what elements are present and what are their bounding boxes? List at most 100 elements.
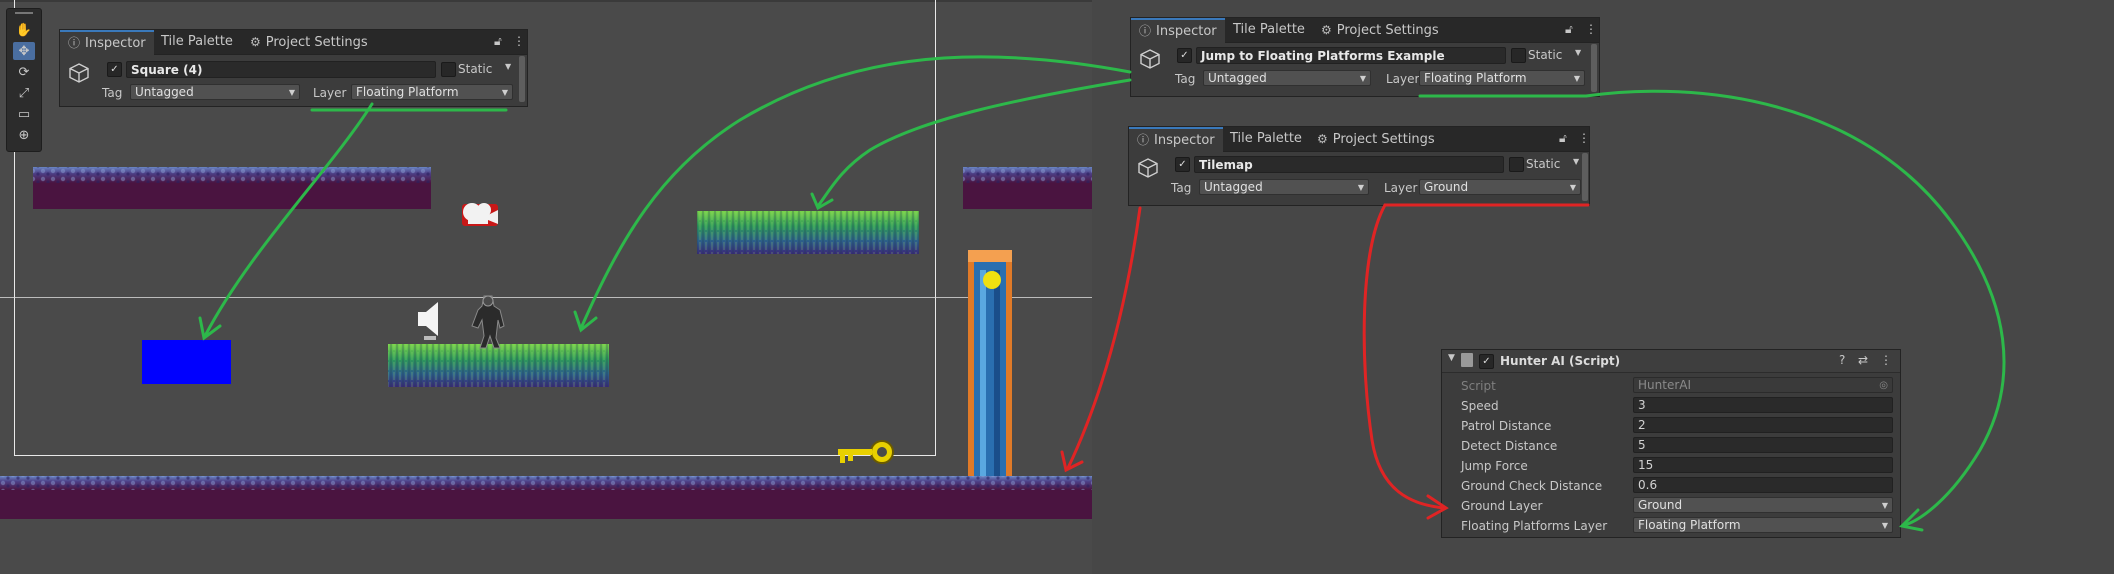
- active-checkbox[interactable]: ✓: [107, 62, 122, 77]
- layer-dropdown[interactable]: Floating Platform ▼: [1419, 70, 1585, 86]
- object-name-field[interactable]: Square (4): [126, 61, 436, 78]
- static-checkbox[interactable]: [441, 62, 456, 77]
- ground-layer-dropdown[interactable]: Ground ▼: [1633, 497, 1893, 513]
- foldout-arrow-icon[interactable]: ▼: [1448, 353, 1455, 363]
- static-dropdown-arrow[interactable]: ▼: [505, 62, 511, 71]
- layer-value: Ground: [1424, 180, 1469, 194]
- chevron-down-icon: ▼: [1569, 183, 1576, 192]
- speed-field[interactable]: 3: [1633, 397, 1893, 413]
- kebab-menu-icon[interactable]: ⋮: [513, 34, 525, 48]
- ground-layer-value: Ground: [1638, 498, 1683, 512]
- chevron-down-icon: ▼: [1359, 74, 1366, 83]
- tab-label: Inspector: [85, 36, 146, 51]
- static-label: Static: [1528, 48, 1563, 62]
- tab-tile-palette[interactable]: Tile Palette: [1225, 18, 1313, 42]
- layer-label: Layer: [1386, 72, 1420, 86]
- static-dropdown-arrow[interactable]: ▼: [1575, 48, 1581, 57]
- layer-value: Floating Platform: [1424, 71, 1527, 85]
- lock-icon[interactable]: 🔓︎: [494, 34, 502, 49]
- ground-check-distance-field[interactable]: 0.6: [1633, 477, 1893, 493]
- info-icon: ⓘ: [1139, 24, 1152, 38]
- presets-icon[interactable]: ⇄: [1858, 353, 1868, 367]
- patrol-distance-label: Patrol Distance: [1461, 419, 1552, 433]
- script-field[interactable]: HunterAI ◎: [1633, 377, 1893, 393]
- panel-scrollbar[interactable]: [1591, 44, 1597, 92]
- layer-value: Floating Platform: [356, 85, 459, 99]
- kebab-menu-icon[interactable]: ⋮: [1585, 22, 1597, 36]
- tag-value: Untagged: [1204, 180, 1263, 194]
- object-name-field[interactable]: Tilemap: [1194, 156, 1504, 173]
- tab-label: Tile Palette: [161, 34, 233, 49]
- rect-tool-icon[interactable]: ▭: [13, 105, 35, 123]
- tag-dropdown[interactable]: Untagged ▼: [1203, 70, 1371, 86]
- tag-label: Tag: [1175, 72, 1196, 86]
- tag-dropdown[interactable]: Untagged ▼: [130, 84, 300, 100]
- tab-label: Project Settings: [265, 35, 368, 50]
- floating-platforms-layer-dropdown[interactable]: Floating Platform ▼: [1633, 517, 1893, 533]
- green-arrowhead-floating-layer: [1898, 508, 1924, 532]
- static-label: Static: [1526, 157, 1561, 171]
- tile-platform-top-left: [33, 167, 431, 209]
- tab-project-settings[interactable]: ⚙ Project Settings: [1309, 127, 1443, 151]
- active-checkbox[interactable]: ✓: [1177, 48, 1192, 63]
- tab-label: Project Settings: [1332, 132, 1435, 147]
- inspector-tab-bar: ⓘ Inspector Tile Palette ⚙ Project Setting…: [60, 30, 527, 55]
- audio-gizmo: [418, 302, 438, 340]
- static-checkbox[interactable]: [1509, 157, 1524, 172]
- info-icon: ⓘ: [1137, 133, 1150, 147]
- tab-project-settings[interactable]: ⚙ Project Settings: [1313, 18, 1447, 42]
- detect-distance-field[interactable]: 5: [1633, 437, 1893, 453]
- tab-tile-palette[interactable]: Tile Palette: [1222, 127, 1310, 151]
- tag-dropdown[interactable]: Untagged ▼: [1199, 179, 1369, 195]
- tab-inspector[interactable]: ⓘ Inspector: [60, 30, 154, 55]
- tab-label: Project Settings: [1336, 23, 1439, 38]
- panel-scrollbar[interactable]: [1582, 153, 1588, 201]
- inspector-tab-bar: ⓘ Inspector Tile Palette ⚙ Project Setting…: [1131, 18, 1599, 43]
- static-label: Static: [458, 62, 493, 76]
- toolbar-grip[interactable]: [15, 12, 33, 14]
- static-checkbox[interactable]: [1511, 48, 1526, 63]
- camera-gizmo: [462, 203, 498, 226]
- chevron-down-icon: ▼: [1881, 521, 1888, 530]
- help-icon[interactable]: ?: [1839, 353, 1845, 367]
- rotate-tool-icon[interactable]: ⟳: [13, 63, 35, 81]
- tag-label: Tag: [102, 86, 123, 100]
- layer-dropdown[interactable]: Ground ▼: [1419, 179, 1581, 195]
- tab-tile-palette[interactable]: Tile Palette: [153, 30, 241, 54]
- object-picker-icon[interactable]: ◎: [1879, 378, 1888, 393]
- tab-label: Inspector: [1156, 24, 1217, 39]
- panel-scrollbar[interactable]: [519, 56, 525, 102]
- tab-inspector[interactable]: ⓘ Inspector: [1129, 127, 1223, 152]
- move-tool-icon[interactable]: ✥: [13, 42, 35, 60]
- static-dropdown-arrow[interactable]: ▼: [1573, 157, 1579, 166]
- object-name-field[interactable]: Jump to Floating Platforms Example: [1196, 47, 1506, 64]
- lock-icon[interactable]: 🔓︎: [1559, 131, 1567, 146]
- tag-label: Tag: [1171, 181, 1192, 195]
- tile-ground: [0, 476, 1092, 519]
- scene-tools-toolbar: ✋ ✥ ⟳ ⤢ ▭ ⊕: [6, 8, 42, 152]
- floating-platform-upper: [697, 211, 919, 254]
- ground-layer-label: Ground Layer: [1461, 499, 1543, 513]
- active-checkbox[interactable]: ✓: [1175, 157, 1190, 172]
- floating-platforms-layer-value: Floating Platform: [1638, 518, 1741, 532]
- inspector-panel-tilemap: ⓘ Inspector Tile Palette ⚙ Project Setting…: [1128, 126, 1590, 206]
- chevron-down-icon: ▼: [1881, 501, 1888, 510]
- hand-tool-icon[interactable]: ✋: [13, 21, 35, 39]
- layer-label: Layer: [1384, 181, 1418, 195]
- kebab-menu-icon[interactable]: ⋮: [1880, 353, 1892, 367]
- patrol-distance-field[interactable]: 2: [1633, 417, 1893, 433]
- tag-value: Untagged: [135, 85, 194, 99]
- tab-project-settings[interactable]: ⚙ Project Settings: [242, 30, 376, 54]
- tab-inspector[interactable]: ⓘ Inspector: [1131, 18, 1225, 43]
- tile-platform-top-right: [963, 167, 1092, 209]
- blue-square-sprite: [142, 340, 231, 384]
- transform-tool-icon[interactable]: ⊕: [13, 126, 35, 144]
- scale-tool-icon[interactable]: ⤢: [13, 84, 35, 102]
- inspector-panel-jump-example: ⓘ Inspector Tile Palette ⚙ Project Setting…: [1130, 17, 1600, 97]
- kebab-menu-icon[interactable]: ⋮: [1578, 131, 1590, 145]
- layer-dropdown[interactable]: Floating Platform ▼: [351, 84, 513, 100]
- script-file-icon: [1461, 353, 1473, 367]
- jump-force-field[interactable]: 15: [1633, 457, 1893, 473]
- component-enabled-checkbox[interactable]: ✓: [1479, 354, 1494, 369]
- lock-icon[interactable]: 🔓︎: [1565, 22, 1573, 37]
